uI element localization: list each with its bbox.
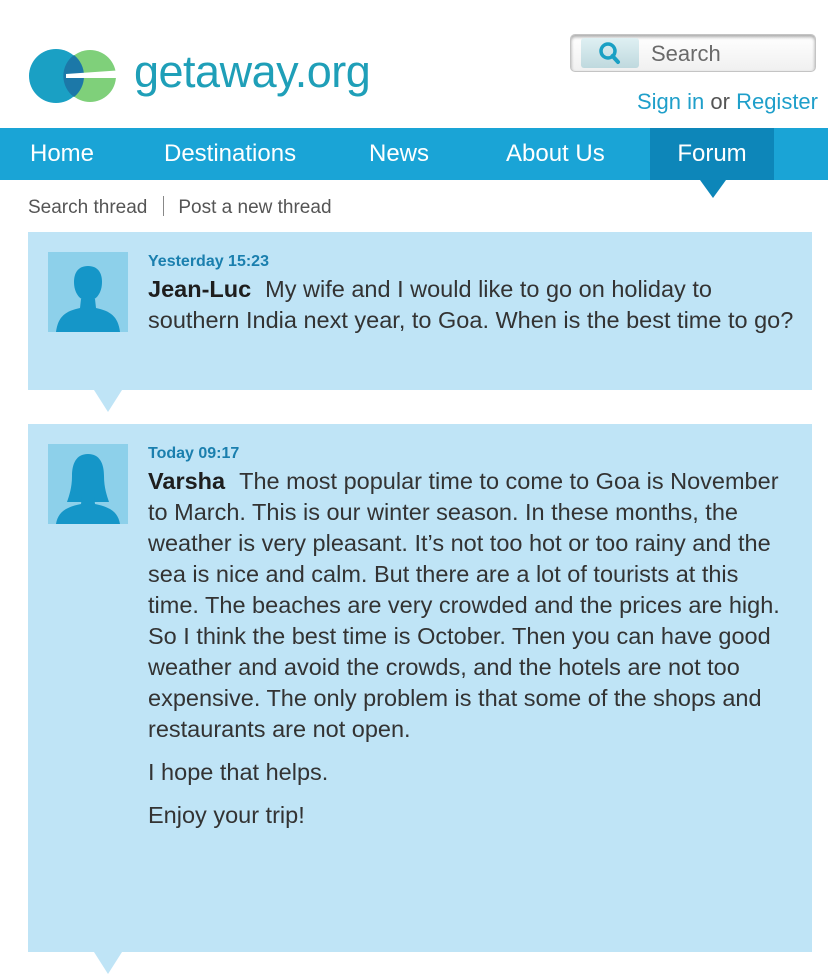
forum-post: Today 09:17 Varsha The most popular time … <box>28 424 812 974</box>
sign-in-link[interactable]: Sign in <box>637 89 704 114</box>
male-avatar-icon <box>48 252 128 332</box>
nav-item-about-us[interactable]: About Us <box>506 128 605 180</box>
post-paragraph: I hope that helps. <box>148 759 329 785</box>
post-message: Jean-Luc My wife and I would like to go o… <box>148 274 794 336</box>
post-new-thread-link[interactable]: Post a new thread <box>178 197 331 218</box>
register-link[interactable]: Register <box>736 89 818 114</box>
main-nav: Home Destinations News About Us Forum <box>0 128 828 180</box>
post-body: Yesterday 15:23 Jean-Luc My wife and I wo… <box>148 252 794 336</box>
auth-links: Sign in or Register <box>637 89 818 115</box>
search-input[interactable]: Search <box>651 41 721 67</box>
search-box[interactable]: Search <box>570 34 816 72</box>
post-paragraph: Enjoy your trip! <box>148 802 305 828</box>
post-text: The most popular time to come to Goa is … <box>148 468 780 742</box>
site-header: getaway.org Search Sign in or Register <box>0 0 828 128</box>
active-nav-pointer <box>700 180 726 198</box>
nav-item-forum[interactable]: Forum <box>650 128 774 180</box>
search-thread-link[interactable]: Search thread <box>28 197 147 218</box>
post-author[interactable]: Varsha <box>148 468 225 494</box>
site-logo-icon[interactable] <box>28 48 128 104</box>
toolbar-divider <box>163 196 165 216</box>
post-pointer <box>94 952 122 974</box>
post-author[interactable]: Jean-Luc <box>148 276 251 302</box>
post-pointer <box>94 390 122 412</box>
search-button[interactable] <box>581 38 639 68</box>
post-message: Varsha The most popular time to come to G… <box>148 466 794 745</box>
female-avatar-icon <box>48 444 128 524</box>
post-timestamp: Yesterday 15:23 <box>148 253 269 270</box>
post-body: Today 09:17 Varsha The most popular time … <box>148 444 794 831</box>
search-icon <box>599 42 620 64</box>
post-timestamp: Today 09:17 <box>148 445 240 462</box>
nav-item-home[interactable]: Home <box>30 128 94 180</box>
nav-item-news[interactable]: News <box>369 128 429 180</box>
site-name[interactable]: getaway.org <box>134 46 371 98</box>
auth-or-label: or <box>710 89 730 114</box>
forum-post: Yesterday 15:23 Jean-Luc My wife and I wo… <box>28 232 812 412</box>
thread-toolbar: Search thread Post a new thread <box>28 196 332 219</box>
nav-item-destinations[interactable]: Destinations <box>164 128 296 180</box>
